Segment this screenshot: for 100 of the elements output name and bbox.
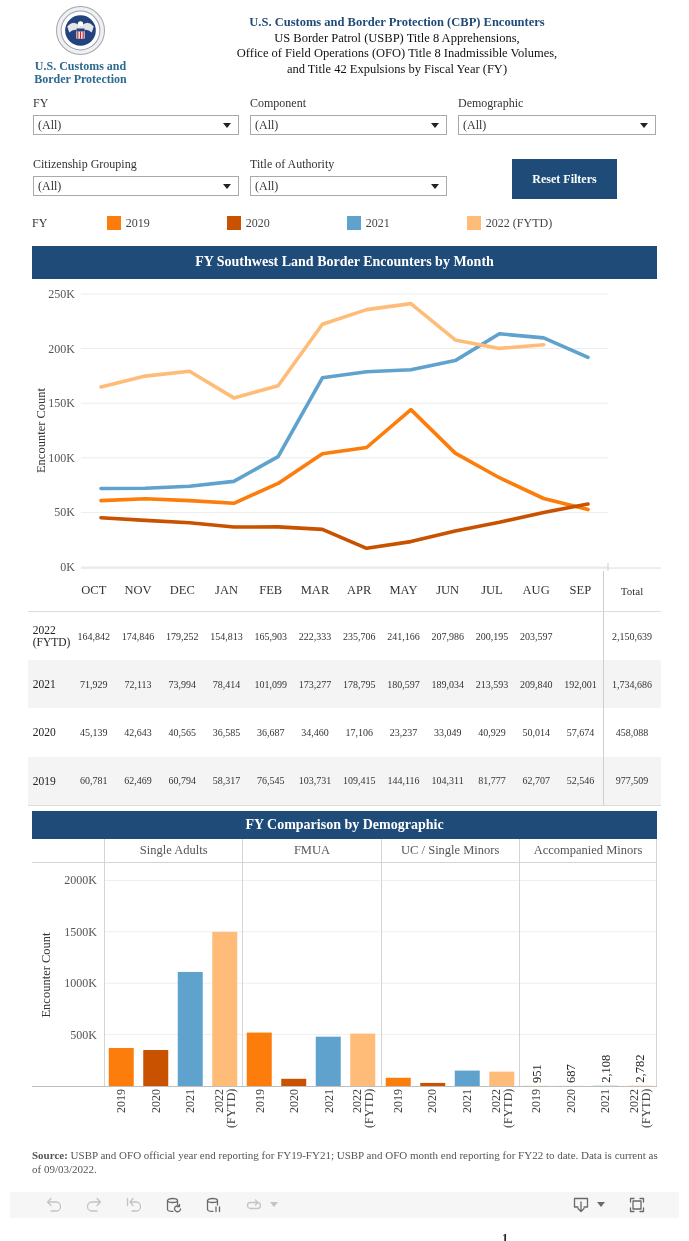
axis-tick-label: 0K	[60, 559, 75, 571]
table-cell-text: 235,706	[341, 629, 377, 644]
table-cell-text: 71,929	[79, 677, 109, 692]
table-cell-text: 34,460	[300, 725, 330, 740]
value-label: 2,782	[633, 1054, 648, 1083]
caret-icon	[269, 1202, 278, 1208]
filter-dropdown[interactable]: (All)	[250, 115, 447, 135]
table-cell-text: 180,597	[386, 677, 421, 692]
value-label: 687	[564, 1063, 579, 1083]
legend-label: 2020	[245, 216, 270, 230]
table-cell-text: 40,565	[167, 725, 197, 740]
caret-icon	[597, 1202, 605, 1208]
table-cell-text: 62,469	[123, 774, 153, 789]
table-cell-text: 36,585	[211, 725, 242, 740]
table-cell-text: 50,014	[521, 725, 551, 740]
table-cell-text: 62,707	[521, 774, 551, 789]
axis-label: 2020	[149, 1088, 162, 1115]
value-label: 951	[529, 1063, 544, 1083]
filter-label: Component	[250, 96, 306, 110]
download-icon	[573, 1196, 589, 1213]
axis-label: 2022 (FYTD)	[489, 1088, 514, 1131]
database-pause-icon	[205, 1196, 222, 1213]
table-cell-text: 165,903	[253, 629, 288, 644]
column-header: NOV	[123, 582, 153, 600]
reset-filters-button[interactable]: Reset Filters	[512, 159, 617, 199]
axis-label: 2020	[426, 1088, 439, 1115]
table-cell-text: 189,034	[430, 677, 465, 692]
table-cell-text: 78,414	[211, 677, 242, 692]
table-cell-text: 33,049	[432, 725, 463, 740]
axis-title: Encounter Count	[34, 387, 48, 473]
axis-label: 2021	[322, 1088, 335, 1115]
column-header: MAY	[388, 582, 419, 600]
axis-title: Encounter Count	[39, 932, 53, 1018]
filter-dropdown[interactable]: (All)	[458, 115, 656, 135]
column-header: MAR	[299, 582, 331, 600]
column-header: AUG	[521, 582, 551, 600]
table-cell-text: 173,277	[297, 677, 333, 692]
caret-icon	[640, 122, 648, 128]
table-cell-text: 45,139	[79, 725, 109, 740]
axis-label: 2022 (FYTD)	[213, 1088, 237, 1131]
column-header: JUN	[435, 582, 461, 600]
fullscreen-icon	[629, 1196, 645, 1213]
table-cell-text: 36,687	[256, 725, 286, 740]
undo-icon	[45, 1196, 62, 1213]
table-cell-text: 76,545	[256, 774, 286, 789]
axis-label: 2019	[530, 1088, 543, 1115]
table-cell-text: 209,840	[518, 677, 554, 692]
filter-label: Title of Authority	[250, 157, 335, 171]
page-number: 1	[502, 1230, 508, 1241]
legend-label: 2019	[125, 216, 150, 230]
caret-icon	[223, 122, 231, 128]
table-cell-text: 109,415	[341, 774, 377, 789]
table-cell-text: 192,001	[563, 677, 598, 692]
axis-label: 2019	[115, 1088, 128, 1115]
facet-header: Accompanied Minors	[518, 839, 658, 863]
chart-title-bar: FY Comparison by Demographic	[32, 810, 657, 840]
table-cell-text: 42,643	[123, 725, 153, 740]
table-cell-text: 23,237	[388, 725, 419, 740]
axis-tick-label: 200K	[48, 341, 75, 356]
facet-header: Single Adults	[104, 839, 243, 863]
table-cell-text: 101,099	[253, 677, 288, 692]
table-cell-text: 57,674	[565, 725, 596, 740]
table-cell-text: 103,731	[297, 774, 333, 789]
filter-dropdown[interactable]: (All)	[33, 176, 239, 196]
column-header: DEC	[168, 582, 196, 600]
database-refresh-icon	[165, 1196, 182, 1213]
legend-label: 2021	[365, 216, 390, 230]
table-cell-text: 72,113	[123, 677, 153, 692]
table-cell-text: 178,795	[341, 677, 377, 692]
filter-dropdown[interactable]: (All)	[250, 176, 447, 196]
table-cell-text: 200,195	[474, 629, 510, 644]
table-cell-text: 104,311	[430, 774, 465, 789]
table-cell-text: 174,846	[120, 629, 156, 644]
table-cell-text: 164,842	[76, 629, 112, 644]
table-cell: 1,734,686	[602, 660, 661, 709]
axis-label: 2022 (FYTD)	[627, 1088, 652, 1131]
table-cell-text: 203,597	[518, 629, 554, 644]
caret-icon	[223, 183, 231, 189]
axis-label: 2021	[184, 1088, 197, 1115]
axis-label: 2019	[253, 1088, 266, 1115]
column-header: SEP	[568, 582, 593, 600]
table-cell-text: 207,986	[430, 629, 465, 644]
column-header: JAN	[214, 582, 239, 600]
axis-tick-label: 2000K	[64, 873, 97, 888]
table-cell-text: 17,106	[344, 725, 374, 740]
column-header: FEB	[258, 582, 284, 600]
axis-tick-label: 150K	[48, 395, 75, 410]
loop-arrow-icon	[245, 1199, 262, 1211]
row-header: 2021	[31, 677, 57, 693]
filter-label: Citizenship Grouping	[33, 157, 137, 171]
filter-dropdown[interactable]: (All)	[33, 115, 239, 135]
axis-tick-label: 50K	[54, 504, 75, 519]
table-cell-text: 179,252	[165, 629, 200, 644]
caret-icon	[431, 122, 439, 128]
table-cell-text: 52,546	[565, 774, 596, 789]
table-cell-text: 40,929	[477, 725, 507, 740]
source-note: Source: USBP and OFO official year end reporting for FY19-FY21; USBP and OFO month end reporting for FY22 to date. Data is current as of 09/03/2022.	[32, 1147, 658, 1177]
column-header: JUL	[480, 582, 504, 600]
table-cell-text: 58,317	[211, 774, 242, 789]
axis-label: 2021	[461, 1088, 473, 1115]
